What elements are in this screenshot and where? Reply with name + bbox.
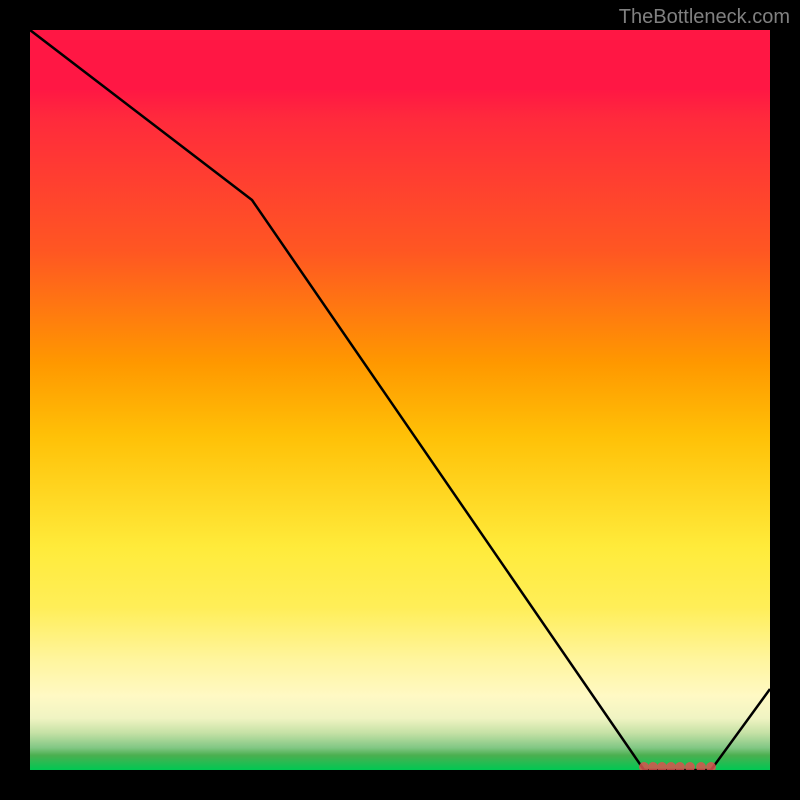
watermark-text: TheBottleneck.com xyxy=(619,6,790,29)
chart-container: TheBottleneck.com xyxy=(0,0,800,800)
plot-area xyxy=(30,30,770,770)
marker-cluster xyxy=(639,762,716,770)
line-overlay xyxy=(30,30,770,770)
bottleneck-curve xyxy=(30,30,770,770)
